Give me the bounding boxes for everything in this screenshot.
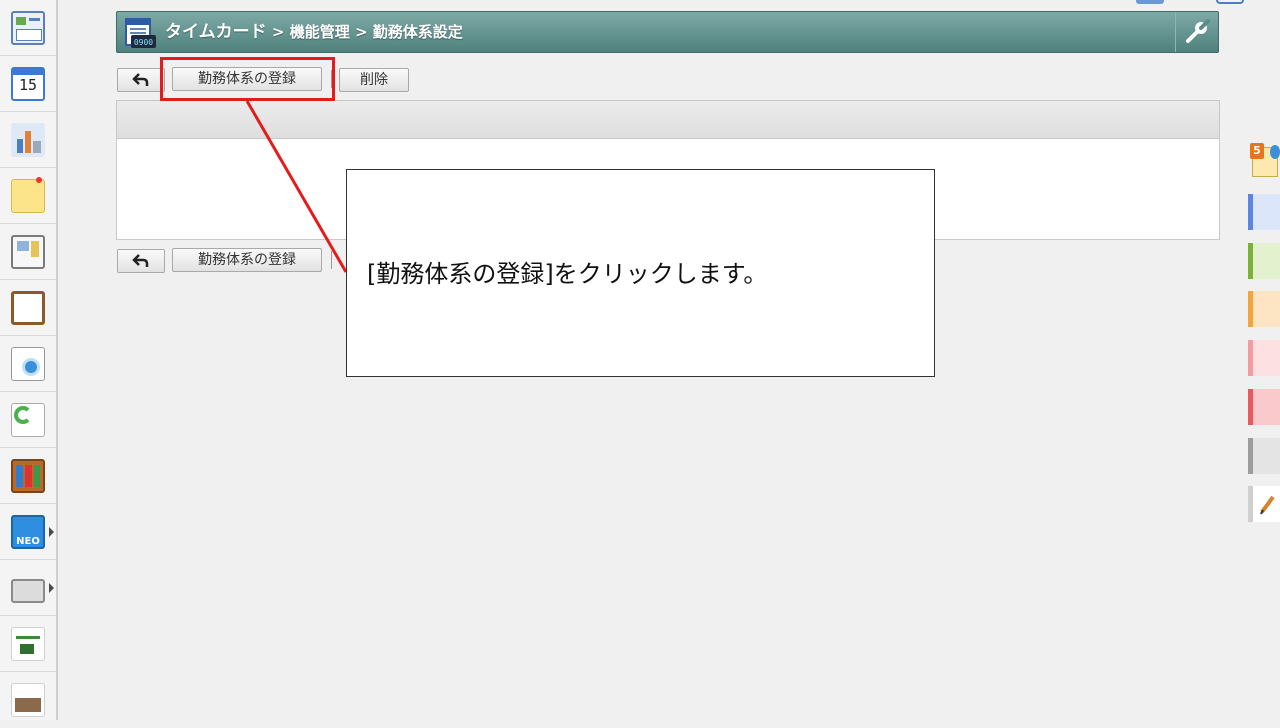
sidebar-item-calendar[interactable]: 15 bbox=[0, 56, 56, 112]
notification-badge: 5 bbox=[1250, 143, 1264, 159]
breadcrumb: タイムカード > 機能管理 > 勤務体系設定 bbox=[165, 12, 463, 52]
sidebar-item-binder[interactable] bbox=[0, 448, 56, 504]
sidebar-item-workflow[interactable] bbox=[0, 392, 56, 448]
banner-icon-1 bbox=[11, 626, 45, 661]
folder-expand-arrow-icon[interactable] bbox=[49, 582, 54, 593]
top-icon-1[interactable] bbox=[1136, 0, 1164, 4]
survey-icon bbox=[11, 346, 45, 381]
palette-gray-tab[interactable] bbox=[1248, 438, 1280, 474]
memo-icon bbox=[11, 176, 45, 213]
banner-icon-2 bbox=[11, 683, 45, 717]
sidebar-item-bulletin[interactable] bbox=[0, 224, 56, 280]
sidebar-item-facility[interactable] bbox=[0, 112, 56, 168]
breadcrumb-current: 勤務体系設定 bbox=[372, 23, 463, 41]
bulletin-board-icon bbox=[11, 234, 45, 269]
breadcrumb-separator: > bbox=[354, 23, 368, 41]
palette-green-tab[interactable] bbox=[1248, 243, 1280, 279]
sidebar-item-banner-1[interactable] bbox=[0, 616, 56, 672]
palette-blue-tab[interactable] bbox=[1248, 194, 1280, 230]
delete-button[interactable]: 削除 bbox=[339, 68, 409, 92]
back-button-top[interactable] bbox=[117, 68, 165, 92]
neo-label: NEO bbox=[16, 535, 40, 547]
back-button-bottom[interactable] bbox=[117, 249, 165, 273]
notification-icon[interactable]: 5 bbox=[1250, 143, 1280, 177]
calendar-icon: 15 bbox=[11, 66, 45, 101]
top-icon-2[interactable] bbox=[1216, 0, 1244, 4]
sidebar-item-neo[interactable]: NEO bbox=[0, 504, 56, 560]
facility-icon bbox=[11, 122, 45, 157]
folder-icon bbox=[11, 578, 45, 603]
palette-red-tab[interactable] bbox=[1248, 389, 1280, 425]
app-icon-time: 0900 bbox=[134, 38, 153, 47]
instruction-callout: [勤務体系の登録]をクリックします。 bbox=[346, 169, 935, 377]
toolbar-separator bbox=[331, 251, 332, 269]
timecard-app-icon: 0900 bbox=[125, 18, 156, 48]
back-arrow-icon bbox=[132, 254, 149, 267]
neo-expand-arrow-icon[interactable] bbox=[49, 526, 54, 537]
register-work-system-button-bottom[interactable]: 勤務体系の登録 bbox=[172, 248, 322, 272]
breadcrumb-function-admin[interactable]: 機能管理 bbox=[290, 23, 350, 41]
portal-icon bbox=[11, 10, 45, 45]
calendar-date: 15 bbox=[18, 75, 38, 94]
sidebar-item-folder[interactable] bbox=[0, 560, 56, 616]
list-header bbox=[117, 101, 1219, 139]
workflow-icon bbox=[11, 402, 45, 437]
wrench-icon bbox=[1186, 19, 1210, 43]
back-arrow-icon bbox=[132, 73, 149, 86]
instruction-text: [勤務体系の登録]をクリックします。 bbox=[367, 260, 768, 288]
binder-icon bbox=[11, 458, 45, 493]
sidebar-item-memo[interactable] bbox=[0, 168, 56, 224]
sidebar-item-survey[interactable] bbox=[0, 336, 56, 392]
app-sidebar: 15 NEO bbox=[0, 0, 58, 720]
palette-pink-tab[interactable] bbox=[1248, 340, 1280, 376]
neo-icon: NEO bbox=[11, 514, 45, 549]
palette-orange-tab[interactable] bbox=[1248, 291, 1280, 327]
breadcrumb-app[interactable]: タイムカード bbox=[165, 22, 267, 42]
settings-button[interactable] bbox=[1175, 12, 1218, 52]
clipboard-icon bbox=[11, 290, 45, 325]
breadcrumb-separator: > bbox=[271, 23, 285, 41]
pencil-icon bbox=[1260, 495, 1275, 515]
palette-edit-tab[interactable] bbox=[1248, 486, 1280, 522]
sidebar-item-portal[interactable] bbox=[0, 0, 56, 56]
sidebar-item-clipboard[interactable] bbox=[0, 280, 56, 336]
page-header: 0900 タイムカード > 機能管理 > 勤務体系設定 bbox=[116, 11, 1219, 53]
top-right-toolbar bbox=[1130, 0, 1280, 8]
register-button-highlight bbox=[160, 57, 335, 101]
